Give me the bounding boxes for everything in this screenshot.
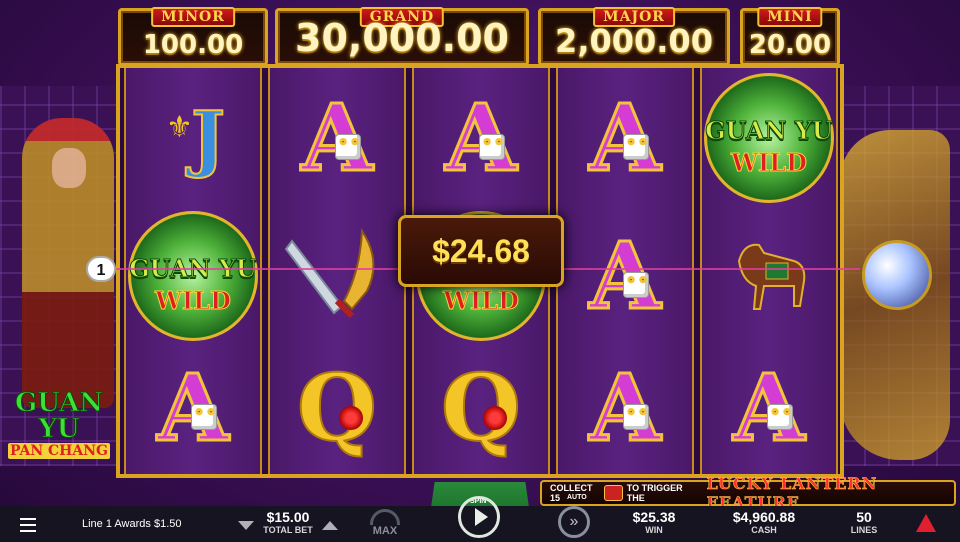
jackpot-mini-label: MINI <box>757 7 823 27</box>
pearl-icon <box>862 240 932 310</box>
lines-display: 50 LINES <box>838 509 890 536</box>
auto-label: AUTO <box>567 494 587 501</box>
reel-4: A A A <box>556 68 694 474</box>
logo-title-line1: GUAN <box>14 388 104 418</box>
dice-icon <box>623 271 650 298</box>
lines-value: 50 <box>856 509 872 525</box>
wild-medallion: GUAN YU WILD <box>704 72 834 203</box>
win-display: $25.38 WIN <box>616 509 692 536</box>
cash-label: CASH <box>751 525 777 535</box>
logo-title-line2: YU <box>38 414 80 444</box>
wild-word: WILD <box>731 147 808 177</box>
symbol-a: A <box>558 70 692 205</box>
lines-label: LINES <box>850 525 878 535</box>
wild-name: GUAN YU <box>705 115 834 145</box>
rose-icon <box>482 405 507 430</box>
spin-play-icon <box>474 508 488 526</box>
dice-icon <box>623 133 650 160</box>
symbol-a: A <box>270 70 404 205</box>
symbol-a: A <box>702 340 836 475</box>
reel-2: A Q <box>268 68 406 474</box>
symbol-weapons <box>270 208 404 343</box>
dice-icon <box>191 403 218 430</box>
brand-logo-icon[interactable] <box>916 514 936 532</box>
symbol-wild: GUAN YU WILD <box>702 70 836 205</box>
symbol-horse <box>702 208 836 343</box>
win-amount-text: $24.68 <box>432 232 530 269</box>
total-bet-label: TOTAL BET <box>263 525 313 535</box>
max-label: MAX <box>372 525 398 537</box>
sword-icon <box>284 227 375 318</box>
jackpot-mini: MINI 20.00 <box>740 7 840 66</box>
fleur-de-lis-icon: ⚜ <box>166 111 193 144</box>
dice-icon <box>479 133 506 160</box>
menu-icon[interactable] <box>20 518 36 536</box>
cash-value: $4,960.88 <box>732 509 796 525</box>
hero-face <box>52 148 86 188</box>
jackpot-minor: MINOR 100.00 <box>118 7 268 66</box>
autoplay-icon[interactable]: » <box>558 506 590 538</box>
dice-icon <box>335 133 362 160</box>
jackpot-grand: GRAND 30,000.00 <box>275 7 529 66</box>
horse-icon <box>737 243 806 310</box>
jackpot-major-value: 2,000.00 <box>555 22 713 60</box>
reel-1: ⚜ J GUAN YU WILD A <box>124 68 262 474</box>
symbol-a: A <box>558 340 692 475</box>
symbol-wild: GUAN YU WILD <box>126 208 260 343</box>
wild-medallion: GUAN YU WILD <box>128 210 258 341</box>
jackpot-major: MAJOR 2,000.00 <box>538 7 730 66</box>
jackpot-mini-value: 20.00 <box>748 30 832 60</box>
symbol-j: ⚜ J <box>166 94 226 181</box>
collect-banner: COLLECT 15 TO TRIGGER THE LUCKY LANTERN … <box>540 474 956 512</box>
symbol-a: A <box>414 70 548 205</box>
wild-word: WILD <box>155 285 232 315</box>
symbol-q: Q <box>296 353 378 463</box>
win-amount-popup: $24.68 <box>398 215 564 287</box>
lantern-icon <box>604 485 623 501</box>
win-value: $25.38 <box>632 509 676 525</box>
jackpot-minor-label: MINOR <box>151 7 235 27</box>
symbol-q: Q <box>440 353 522 463</box>
spin-button[interactable] <box>458 496 500 538</box>
game-logo: GUAN YU PAN CHANG <box>6 390 112 460</box>
jackpot-grand-value: 30,000.00 <box>295 16 509 60</box>
cash-display: $4,960.88 CASH <box>712 509 816 536</box>
wild-word: WILD <box>443 285 520 315</box>
line-awards-text: Line 1 Awards $1.50 <box>82 518 182 530</box>
jackpot-minor-value: 100.00 <box>142 30 244 60</box>
rose-icon <box>338 405 363 430</box>
dice-icon <box>767 403 794 430</box>
line-marker[interactable]: 1 <box>86 256 116 282</box>
win-label: WIN <box>645 525 663 535</box>
reel-5: GUAN YU WILD A <box>700 68 838 474</box>
symbol-a: A <box>558 208 692 343</box>
total-bet-value: $15.00 <box>266 509 310 525</box>
bet-increase-icon[interactable] <box>322 521 338 530</box>
dice-icon <box>623 403 650 430</box>
logo-subtitle: PAN CHANG <box>7 443 111 459</box>
collect-middle: TO TRIGGER THE <box>626 483 683 503</box>
symbol-a: A <box>126 340 260 475</box>
total-bet: $15.00 TOTAL BET <box>250 509 326 536</box>
max-bet-button[interactable]: MAX <box>366 506 404 540</box>
